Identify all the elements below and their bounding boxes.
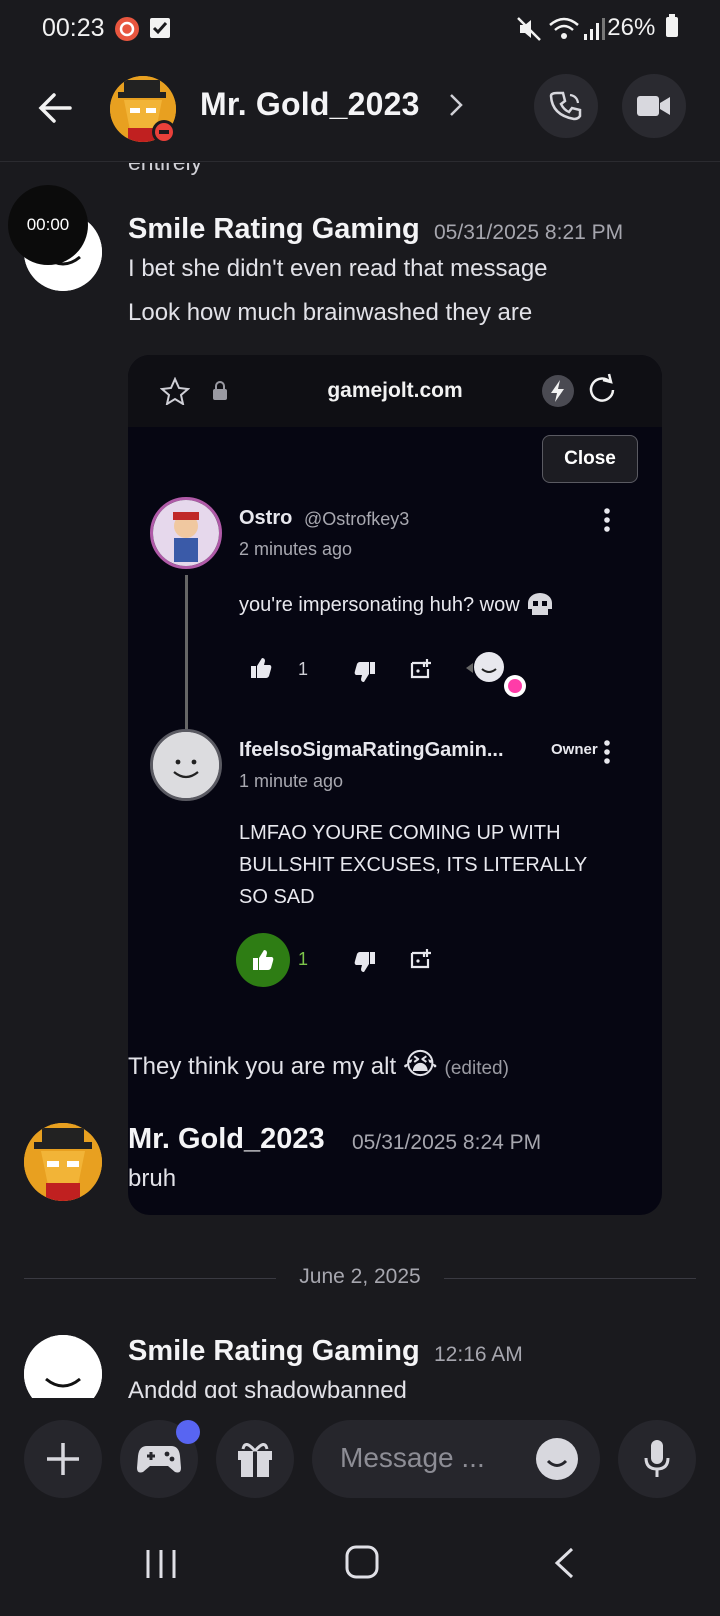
comment-time: 2 minutes ago xyxy=(239,539,353,559)
crying-emoji: 😭 xyxy=(402,1048,438,1081)
status-bar: 00:23 26% xyxy=(0,0,720,58)
wifi-icon xyxy=(548,16,580,47)
signal-icon xyxy=(582,16,606,47)
comment-text: you're impersonating huh? wow xyxy=(239,589,555,621)
message-timestamp: 05/31/2025 8:24 PM xyxy=(352,1131,542,1154)
battery-percent: 26% xyxy=(607,14,680,42)
message-text: I bet she didn't even read that message xyxy=(128,255,548,282)
comment-author: IfeelsoSigmaRatingGamin... xyxy=(239,739,504,761)
app-notification-icon xyxy=(114,16,140,47)
smile-face-icon xyxy=(466,651,506,690)
video-call-button[interactable] xyxy=(622,74,686,138)
message-timestamp: 12:16 AM xyxy=(434,1343,523,1366)
owner-badge: Owner xyxy=(551,741,598,758)
smile-face-icon xyxy=(24,1335,102,1398)
message-text: They think you are my alt 😭 (edited) xyxy=(128,1048,509,1081)
status-time: 00:23 xyxy=(42,14,105,42)
voice-message-button[interactable] xyxy=(618,1420,696,1498)
gift-button[interactable] xyxy=(216,1420,294,1498)
image-attachment[interactable]: gamejolt.com Close Ostro @Ostrofkey3 2 m… xyxy=(128,355,662,1215)
chevron-right-icon[interactable] xyxy=(448,92,464,123)
microphone-icon xyxy=(644,1440,670,1477)
smile-face-icon xyxy=(536,1438,578,1480)
cut-off-message: entirely xyxy=(128,163,202,176)
close-button: Close xyxy=(542,435,638,483)
comment-time: 1 minute ago xyxy=(239,771,344,791)
skull-icon xyxy=(528,593,553,615)
more-vertical-icon xyxy=(602,739,612,770)
reply-icon xyxy=(408,947,434,978)
message-text: Anddd got shadowbanned xyxy=(128,1377,407,1398)
system-nav-bar xyxy=(0,1514,720,1616)
message-timestamp: 05/31/2025 8:21 PM xyxy=(434,221,624,244)
comment-text: LMFAO YOURE COMING UP WITH xyxy=(239,822,561,844)
home-icon[interactable] xyxy=(344,1544,380,1585)
avatar[interactable] xyxy=(24,1123,102,1201)
add-button[interactable] xyxy=(24,1420,102,1498)
chat-header: Mr. Gold_2023 xyxy=(0,58,720,162)
avatar xyxy=(150,729,222,801)
message-list[interactable]: entirely 00:00 Smile Rating Gaming 05/31… xyxy=(0,163,720,1398)
message-author[interactable]: Mr. Gold_2023 xyxy=(128,1123,325,1156)
back-arrow-icon[interactable] xyxy=(34,86,78,130)
embed-domain: gamejolt.com xyxy=(327,379,463,402)
voice-call-button[interactable] xyxy=(534,74,598,138)
message-text: bruh xyxy=(128,1165,177,1192)
notification-dot xyxy=(504,675,526,697)
comment-text: BULLSHIT EXCUSES, ITS LITERALLY xyxy=(239,854,588,876)
edited-label: (edited) xyxy=(444,1058,509,1079)
lightning-icon xyxy=(542,375,574,407)
thumbs-up-icon xyxy=(250,657,272,684)
message-author[interactable]: Smile Rating Gaming xyxy=(128,1335,420,1368)
browser-bar: gamejolt.com xyxy=(128,355,662,427)
mute-icon xyxy=(516,16,542,47)
emoji-button[interactable] xyxy=(534,1436,580,1482)
thumbs-down-icon xyxy=(354,661,376,688)
back-icon[interactable] xyxy=(552,1546,576,1585)
avatar xyxy=(150,497,222,569)
reload-icon xyxy=(586,373,618,410)
battery-icon xyxy=(666,14,678,37)
checkbox-notification-icon xyxy=(149,16,171,45)
page-title[interactable]: Mr. Gold_2023 xyxy=(200,86,420,123)
thumbs-down-icon xyxy=(354,951,376,978)
phone-icon xyxy=(549,91,582,121)
status-indicator xyxy=(152,120,176,144)
comment-text: SO SAD xyxy=(239,886,315,908)
message-author[interactable]: Smile Rating Gaming xyxy=(128,213,420,246)
like-count: 1 xyxy=(298,949,309,969)
recent-apps-icon[interactable] xyxy=(144,1548,178,1585)
plus-icon xyxy=(47,1443,79,1475)
thumbs-up-icon xyxy=(236,933,290,987)
message-composer: Message ... xyxy=(0,1398,720,1514)
message-text: Look how much brainwashed they are xyxy=(128,299,533,326)
message-placeholder: Message ... xyxy=(340,1442,485,1473)
avatar[interactable] xyxy=(24,1335,102,1398)
gift-icon xyxy=(238,1443,272,1477)
notification-badge xyxy=(176,1420,200,1444)
date-divider: June 2, 2025 xyxy=(24,1263,696,1293)
like-count: 1 xyxy=(298,659,309,679)
gamepad-icon xyxy=(137,1446,181,1473)
comment-author: Ostro xyxy=(239,507,293,529)
comment-handle: @Ostrofkey3 xyxy=(304,509,410,529)
more-vertical-icon xyxy=(602,507,612,538)
recording-timer: 00:00 xyxy=(8,185,88,265)
message-input[interactable]: Message ... xyxy=(312,1420,600,1498)
video-camera-icon xyxy=(637,96,670,116)
reply-icon xyxy=(408,657,434,688)
